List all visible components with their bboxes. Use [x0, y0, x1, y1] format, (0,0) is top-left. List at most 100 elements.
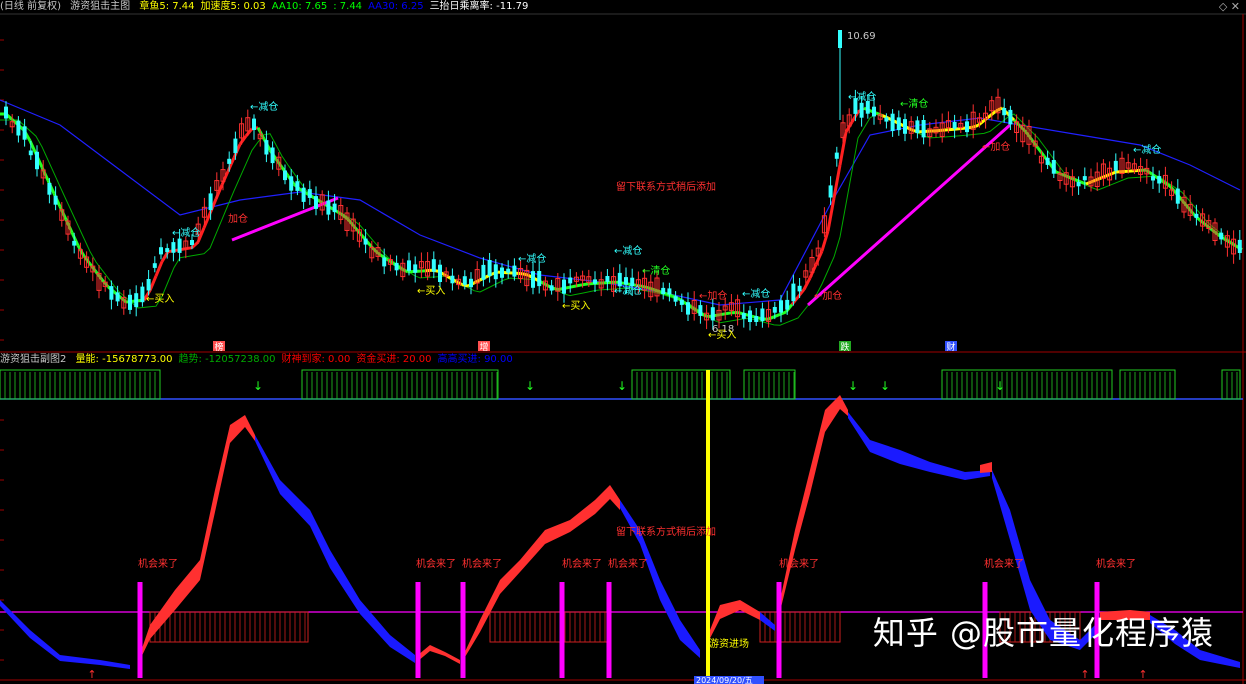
main-annotation: ←减仓: [848, 90, 876, 103]
candle-body: [828, 185, 833, 198]
candle-body: [630, 277, 635, 287]
candle-body: [431, 259, 436, 272]
main-annotation: ←买入: [562, 300, 590, 312]
ma5-segment: [1186, 206, 1196, 216]
sub-indicator-name[interactable]: 游资狙击副图2: [0, 354, 66, 365]
candle-body: [177, 238, 182, 253]
candle-body: [462, 276, 467, 285]
candle-body: [568, 277, 573, 284]
ma5-segment: [238, 135, 248, 146]
candle-body: [872, 106, 876, 117]
main-annotation: ←加仓: [699, 289, 727, 302]
main-annotation: ←减仓: [614, 284, 642, 297]
ma5-segment: [941, 128, 949, 132]
candle-body: [289, 176, 294, 191]
candle-body: [35, 151, 39, 170]
sub-indicator-values: 量能: -15678773.00 趋势: -12057238.00 财神到家: 0.…: [76, 354, 519, 365]
candle-body: [624, 277, 628, 285]
ma5-segment: [1109, 170, 1117, 176]
ribbon-area: [980, 462, 992, 473]
candle-body: [1076, 181, 1081, 187]
main-annotation: 10.69: [847, 31, 876, 42]
candle-body: [283, 170, 287, 181]
candle-body: [413, 264, 418, 273]
candle-body: [72, 240, 77, 246]
candle-body: [314, 196, 318, 209]
candle-body: [1002, 108, 1007, 116]
ma5-segment: [244, 127, 254, 137]
main-annotation: ←清仓: [900, 97, 928, 110]
candle-body: [1051, 160, 1056, 174]
entry-label: 游资进场: [709, 637, 749, 650]
candle-body: [227, 158, 232, 164]
main-annotation: ←加仓: [814, 289, 842, 302]
sub-header-value-4: 高高买进: 90.00: [437, 354, 513, 365]
red-block: [149, 611, 309, 643]
candle-body: [593, 279, 597, 284]
ribbon-area: [848, 412, 990, 480]
main-annotation: ←减仓: [250, 100, 278, 113]
candle-body: [785, 299, 790, 310]
candle-body: [760, 308, 765, 322]
candle-body: [500, 267, 504, 278]
candle-body: [537, 271, 542, 287]
price-chart[interactable]: ←减仓加仓←减仓←买入←减仓←买入←减仓←买入←减仓←清仓←加仓 ←减仓6.18←…: [0, 0, 1246, 684]
candle-body: [382, 257, 387, 267]
candle-body: [512, 265, 517, 277]
date-label: 2024/09/20/五: [696, 676, 753, 684]
chance-label: 机会来了: [984, 557, 1024, 570]
candle-body: [152, 263, 157, 268]
candle-body: [686, 302, 690, 315]
ma5-segment: [370, 246, 380, 255]
candle-body: [1219, 232, 1224, 240]
candle-body: [667, 288, 672, 295]
chance-label: 机会来了: [608, 557, 648, 570]
candle-body: [481, 264, 486, 280]
candle-body: [252, 118, 256, 130]
candle-body: [1157, 176, 1162, 184]
up-arrow: ↑: [1138, 668, 1147, 681]
ma5-segment: [569, 284, 577, 289]
ribbon-area: [462, 485, 620, 662]
candle-body: [469, 278, 473, 288]
sub-note-label: 留下联系方式稍后添加: [616, 525, 716, 538]
candle-body: [921, 120, 926, 138]
chance-label: 机会来了: [779, 557, 819, 570]
candle-body: [531, 271, 535, 288]
candle-body: [53, 195, 58, 205]
candle-body: [791, 283, 796, 302]
candle-body: [1008, 109, 1013, 125]
candle-body: [506, 268, 511, 273]
candle-body: [301, 187, 306, 202]
candle-body: [779, 300, 783, 313]
down-arrow: ↓: [848, 379, 858, 393]
candle-body: [1151, 176, 1155, 181]
candle-body: [698, 305, 703, 316]
main-annotation: ←减仓: [518, 252, 546, 265]
ma5-segment: [814, 250, 824, 266]
ribbon-area: [255, 435, 415, 663]
down-arrow: ↓: [253, 379, 263, 393]
candle-body: [903, 119, 907, 134]
up-arrow: ↑: [87, 668, 96, 681]
date-marker-label: 增: [479, 341, 488, 353]
candle-body: [890, 113, 895, 131]
candle-body: [1082, 176, 1087, 181]
candle-body: [952, 122, 957, 129]
ma5-segment: [154, 261, 164, 277]
candle-body: [233, 138, 238, 154]
ma5-segment: [995, 106, 1003, 113]
candle-body: [772, 307, 777, 313]
chart-window: (日线 前复权) 游资狙击主图 章鱼5: 7.44 加速度5: 0.03 AA10:…: [0, 0, 1246, 684]
main-annotation: ←减仓: [1133, 143, 1161, 156]
main-annotation: ←加仓: [982, 140, 1010, 153]
candle-body: [834, 152, 839, 159]
ribbon-area: [778, 395, 848, 620]
candle-body: [605, 276, 610, 282]
candle-body: [363, 238, 368, 245]
candle-body: [661, 287, 666, 294]
candle-body: [28, 150, 33, 156]
down-arrow: ↓: [617, 379, 627, 393]
candle-body: [1237, 239, 1242, 253]
candle-body: [679, 299, 684, 305]
